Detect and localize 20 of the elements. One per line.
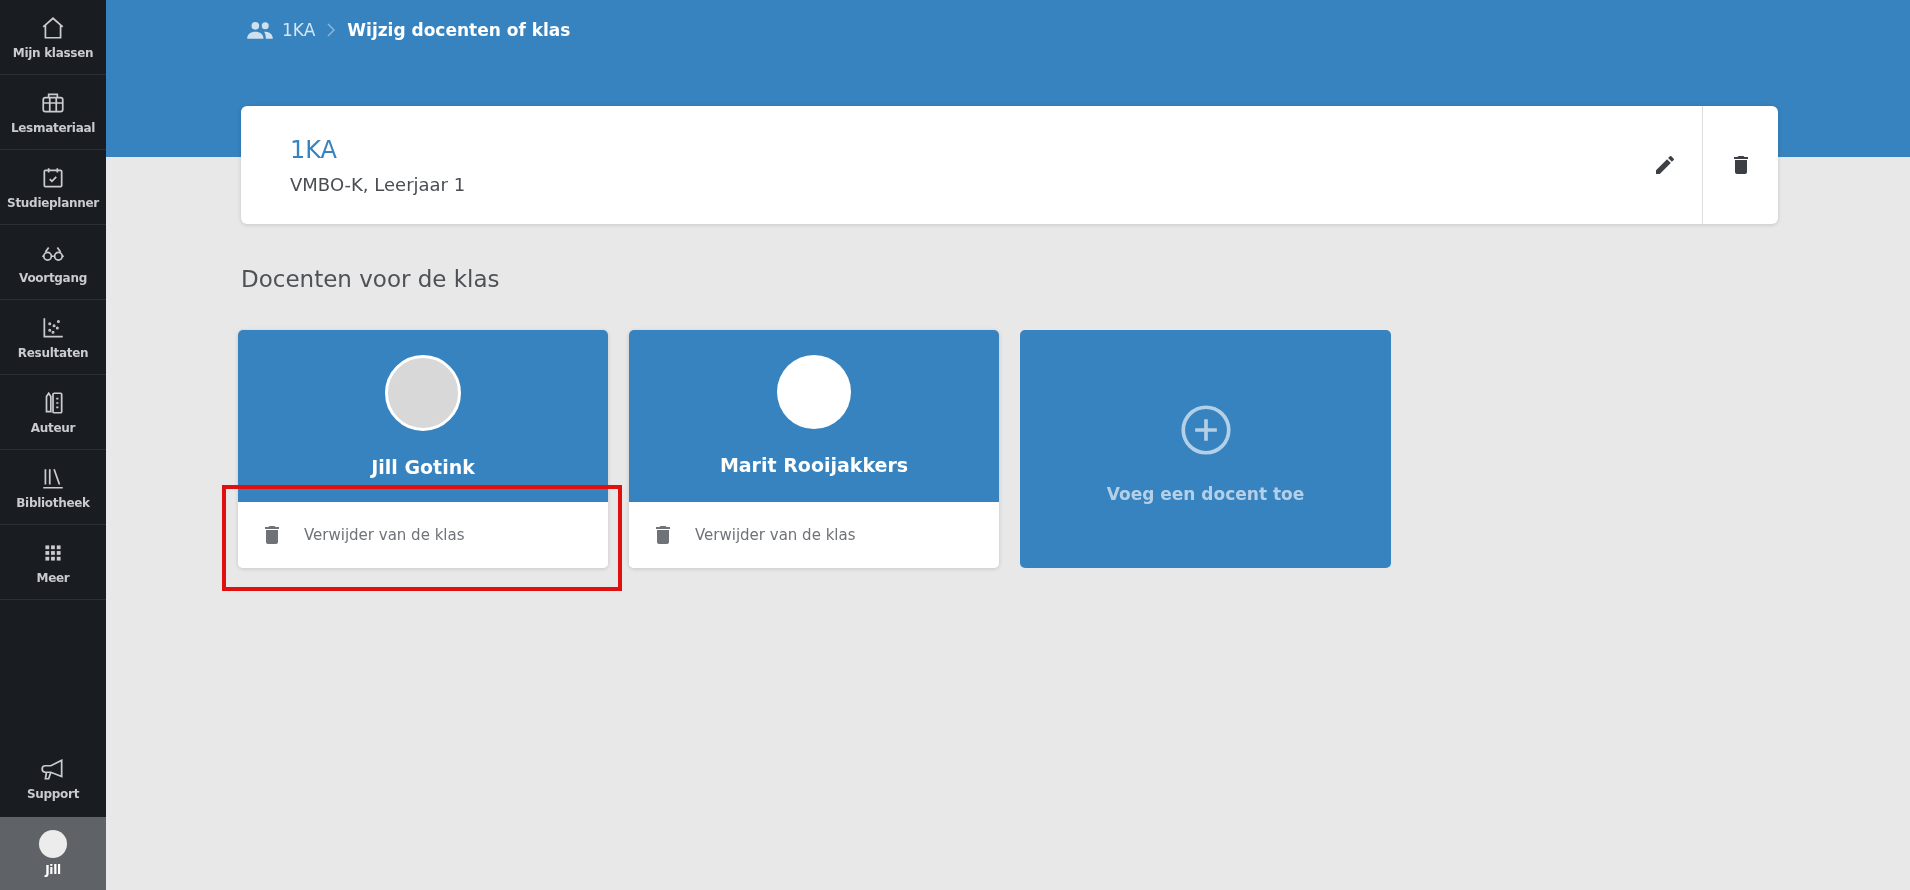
profile-item[interactable]: Jill (0, 817, 106, 890)
nav-item[interactable]: Auteur (0, 375, 106, 450)
people-icon (246, 20, 274, 40)
class-name: 1KA (290, 135, 337, 164)
teacher-name: Jill Gotink (371, 456, 475, 478)
nav-item[interactable]: Voortgang (0, 225, 106, 300)
plus-circle-icon (1179, 403, 1232, 456)
teacher-name: Marit Rooijakkers (719, 454, 909, 476)
section-heading: Docenten voor de klas (241, 266, 501, 292)
avatar-photo-placeholder (39, 830, 67, 858)
nav-item[interactable]: Resultaten (0, 300, 106, 375)
nav-item[interactable]: Studieplanner (0, 150, 106, 225)
class-subtitle: VMBO-K, Leerjaar 1 (290, 173, 466, 195)
remove-button[interactable]: Verwijder van de klas (629, 502, 999, 568)
nav-item[interactable]: Meer (0, 525, 106, 600)
chevron-right-icon (327, 23, 336, 37)
nav-item[interactable]: Bibliotheek (0, 450, 106, 525)
support-item[interactable]: Support (0, 739, 106, 817)
remove-button[interactable]: Verwijder van de klas (238, 502, 608, 568)
breadcrumb-current: Wijzig docenten of klas (347, 20, 571, 40)
